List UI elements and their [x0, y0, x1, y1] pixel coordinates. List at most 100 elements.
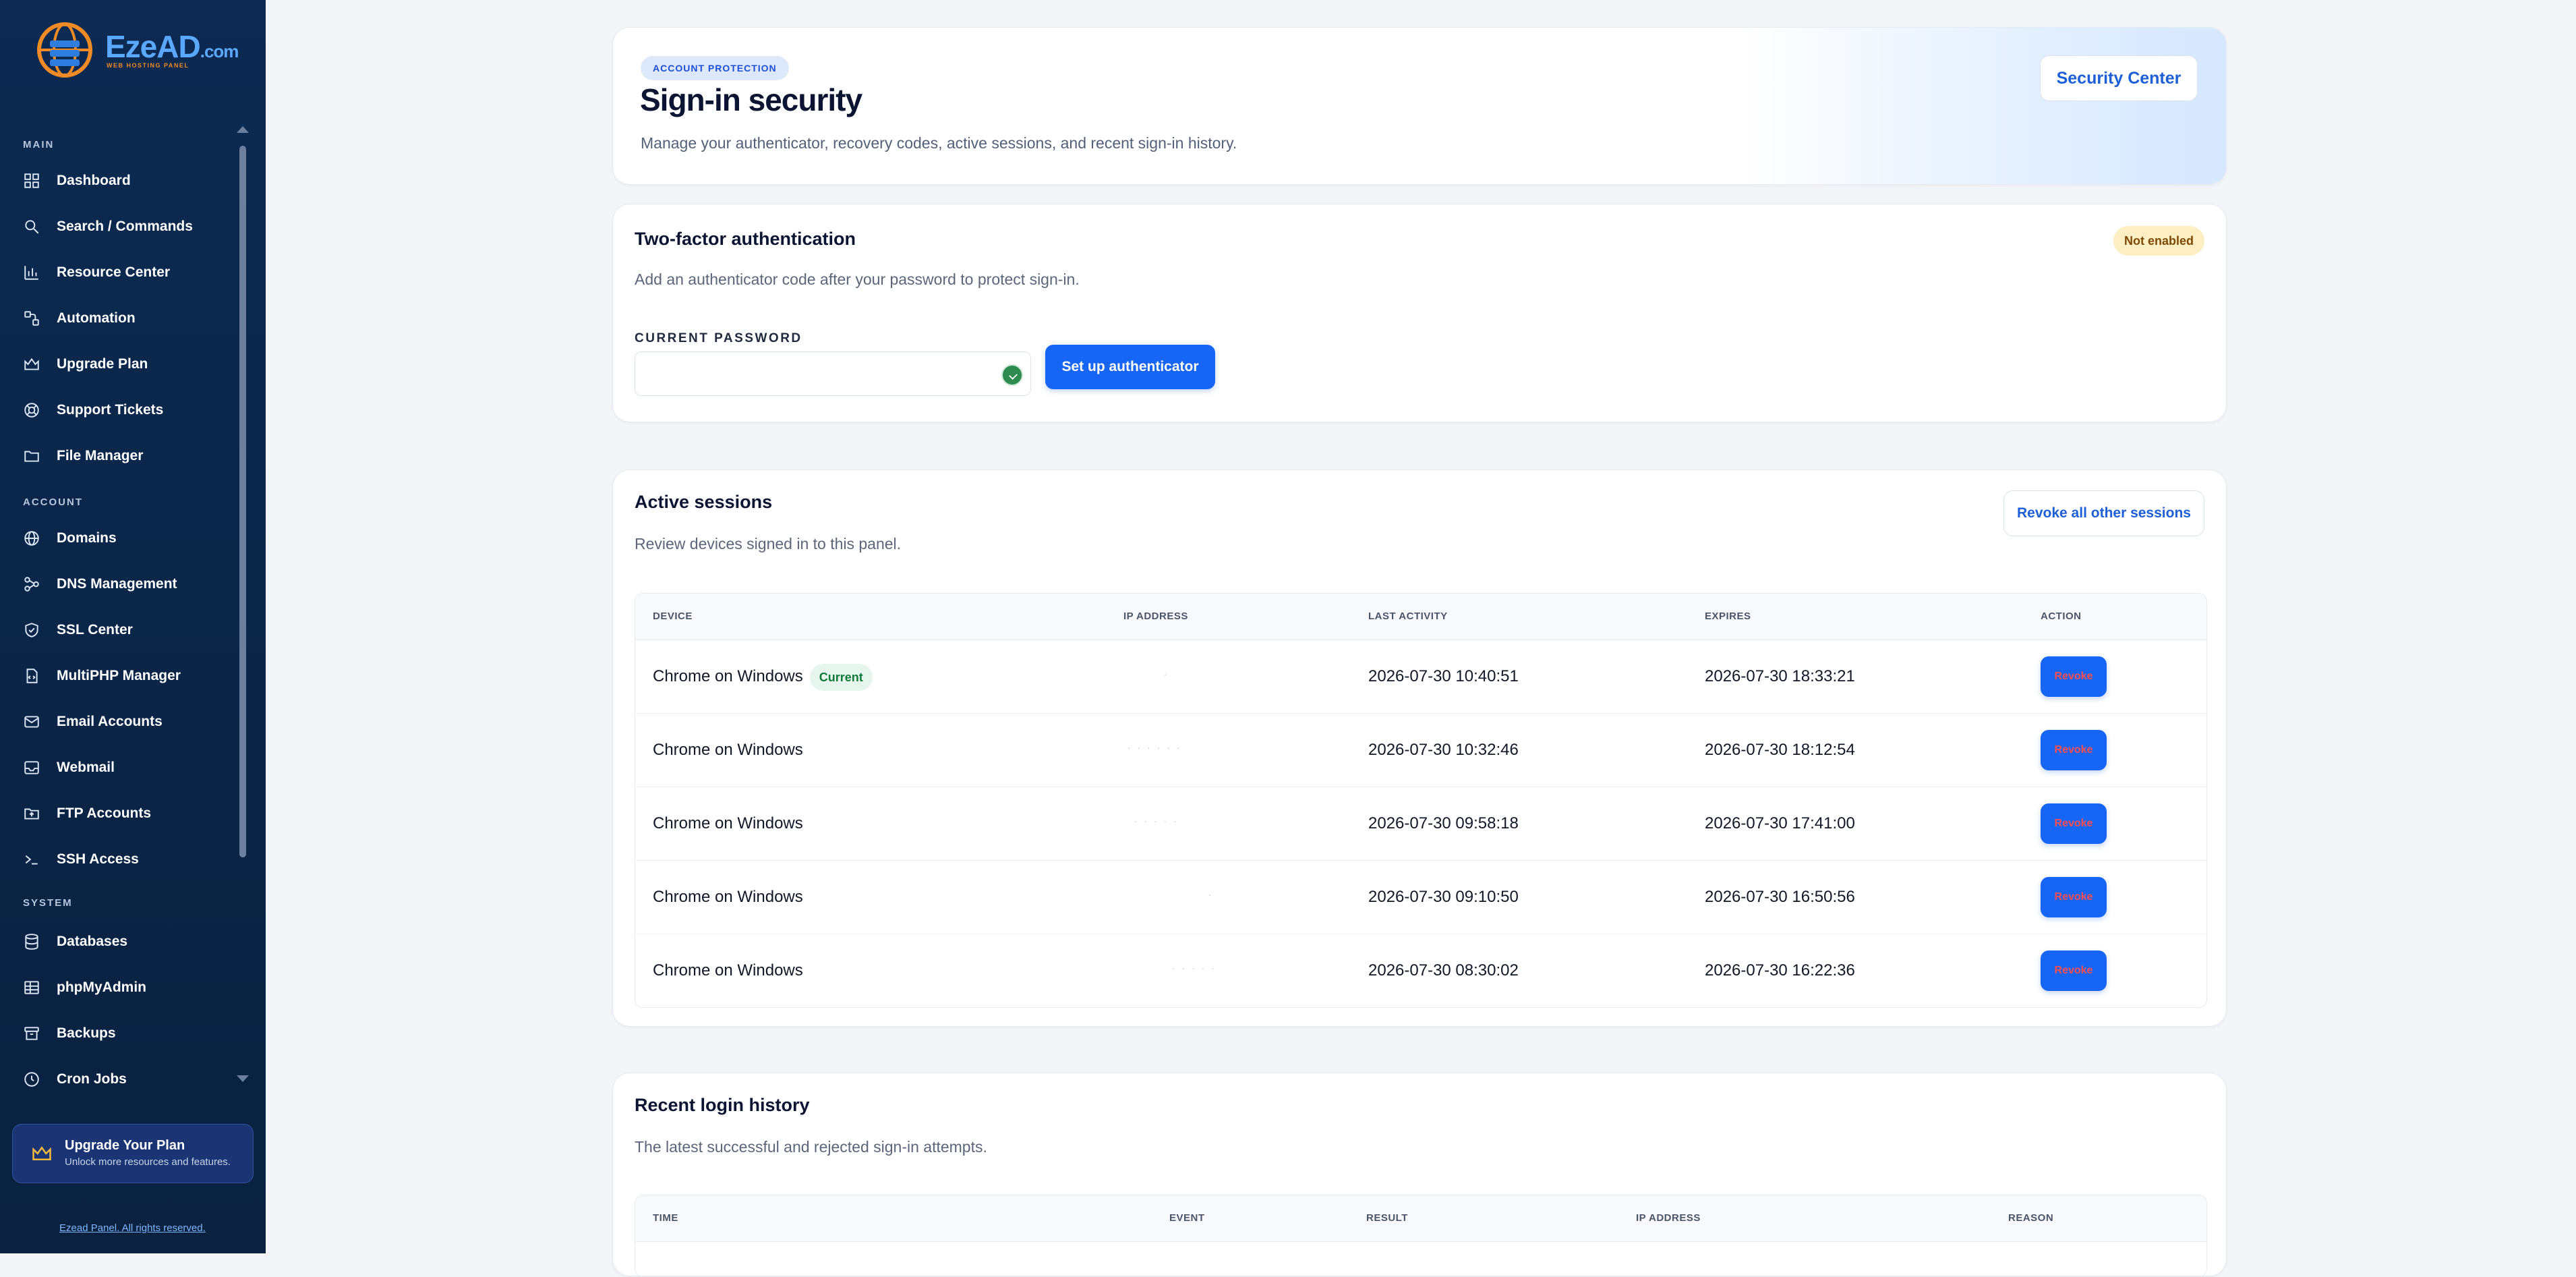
sidebar-item-dashboard[interactable]: Dashboard: [23, 166, 239, 196]
column-header-result: RESULT: [1366, 1212, 1408, 1224]
session-expires: 2026-07-30 16:50:56: [1705, 888, 1855, 906]
revoke-session-button[interactable]: Revoke: [2041, 730, 2107, 770]
footer-copyright-link[interactable]: Ezead Panel. All rights reserved.: [59, 1222, 206, 1234]
two-factor-title: Two-factor authentication: [635, 229, 856, 249]
sidebar-item-file-manager[interactable]: File Manager: [23, 441, 239, 471]
session-device: Chrome on Windows: [653, 961, 803, 980]
sidebar-item-label: Webmail: [57, 760, 115, 775]
sessions-table: DEVICE IP ADDRESS LAST ACTIVITY EXPIRES …: [635, 593, 2207, 1008]
folder-icon: [24, 451, 39, 462]
sidebar-item-automation[interactable]: Automation: [23, 304, 239, 333]
session-expires: 2026-07-30 16:22:36: [1705, 961, 1855, 980]
sidebar-item-label: MultiPHP Manager: [57, 668, 181, 683]
workflow-icon: [24, 311, 39, 326]
inbox-icon: [24, 761, 39, 774]
sidebar-item-backups[interactable]: Backups: [23, 1019, 239, 1048]
column-header-expires: EXPIRES: [1705, 611, 1751, 622]
sidebar-item-upgrade-plan[interactable]: Upgrade Plan: [23, 349, 239, 379]
hero-card: ACCOUNT PROTECTION Sign-in security Mana…: [612, 27, 2227, 185]
session-last-activity: 2026-07-30 10:40:51: [1368, 667, 1519, 685]
revoke-session-button[interactable]: Revoke: [2041, 950, 2107, 991]
sidebar-item-dns-management[interactable]: DNS Management: [23, 569, 239, 599]
session-last-activity: 2026-07-30 10:32:46: [1368, 741, 1519, 759]
grid-icon: [24, 173, 39, 188]
session-expires: 2026-07-30 18:33:21: [1705, 667, 1855, 685]
column-header-device: DEVICE: [653, 611, 693, 622]
brand-logo[interactable]: EzeAD.com WEB HOSTING PANEL: [34, 20, 239, 81]
sidebar-item-label: DNS Management: [57, 576, 177, 592]
sidebar-item-email-accounts[interactable]: Email Accounts: [23, 707, 239, 737]
upgrade-title: Upgrade Your Plan: [65, 1138, 185, 1153]
history-description: The latest successful and rejected sign-…: [635, 1138, 987, 1156]
two-factor-description: Add an authenticator code after your pas…: [635, 271, 1080, 288]
sidebar-item-label: Resource Center: [57, 264, 171, 280]
session-last-activity: 2026-07-30 08:30:02: [1368, 961, 1519, 980]
bar-chart-icon: [24, 266, 38, 280]
brand-name: EzeAD.com: [105, 29, 239, 64]
current-password-input[interactable]: [635, 351, 1031, 396]
table-row: Chrome on Windows · · · · · · 2026-07-30…: [635, 714, 2206, 787]
page-title: Sign-in security: [640, 82, 862, 117]
nav-section-account: ACCOUNT: [23, 496, 83, 508]
globe-icon: [24, 531, 39, 546]
ip-address-redacted: · · · · · ·: [1128, 742, 1182, 753]
sidebar-item-support-tickets[interactable]: Support Tickets: [23, 395, 239, 425]
sidebar-item-label: Search / Commands: [57, 219, 193, 234]
sidebar-item-domains[interactable]: Domains: [23, 523, 239, 553]
history-title: Recent login history: [635, 1095, 810, 1115]
column-header-time: TIME: [653, 1212, 678, 1224]
sidebar-item-label: FTP Accounts: [57, 805, 152, 821]
table-row: Chrome on Windows Current · 2026-07-30 10…: [635, 640, 2206, 714]
revoke-session-button[interactable]: Revoke: [2041, 803, 2107, 844]
sidebar-item-ssl-center[interactable]: SSL Center: [23, 615, 239, 645]
table-row: Chrome on Windows · · · · · 2026-07-30 0…: [635, 787, 2206, 861]
scroll-up-arrow-icon[interactable]: [237, 126, 249, 133]
password-manager-icon[interactable]: [1001, 364, 1023, 386]
sidebar-item-label: Upgrade Plan: [57, 356, 148, 372]
column-header-action: ACTION: [2041, 611, 2082, 622]
table-header: DEVICE IP ADDRESS LAST ACTIVITY EXPIRES …: [635, 594, 2206, 640]
folder-up-icon: [24, 808, 39, 820]
sidebar-item-ssh-access[interactable]: SSH Access: [23, 845, 239, 874]
network-icon: [24, 577, 39, 592]
sidebar-item-multiphp-manager[interactable]: MultiPHP Manager: [23, 661, 239, 691]
sidebar-item-label: phpMyAdmin: [57, 980, 146, 995]
sidebar-item-label: SSL Center: [57, 622, 133, 637]
sidebar-scrollbar-thumb[interactable]: [239, 146, 246, 857]
sidebar-item-label: Automation: [57, 310, 136, 326]
sidebar-item-cron-jobs[interactable]: Cron Jobs: [23, 1065, 239, 1094]
sidebar-item-databases[interactable]: Databases: [23, 927, 239, 957]
column-header-event: EVENT: [1169, 1212, 1205, 1224]
column-header-ip: IP ADDRESS: [1123, 611, 1188, 622]
status-badge: Not enabled: [2113, 226, 2204, 256]
sidebar-item-label: Support Tickets: [57, 402, 164, 418]
crown-icon: [32, 1146, 51, 1160]
revoke-all-sessions-button[interactable]: Revoke all other sessions: [2003, 490, 2204, 536]
sidebar-item-webmail[interactable]: Webmail: [23, 753, 239, 783]
upgrade-plan-card[interactable]: Upgrade Your Plan Unlock more resources …: [12, 1124, 254, 1183]
sidebar-item-phpmyadmin[interactable]: phpMyAdmin: [23, 973, 239, 1002]
shield-check-icon: [25, 623, 38, 637]
revoke-session-button[interactable]: Revoke: [2041, 877, 2107, 917]
session-device: Chrome on Windows: [653, 741, 803, 759]
sidebar-item-resource-center[interactable]: Resource Center: [23, 258, 239, 287]
clock-icon: [24, 1072, 39, 1087]
crown-icon: [24, 358, 39, 370]
sidebar-item-search[interactable]: Search / Commands: [23, 212, 239, 242]
sidebar-item-label: Email Accounts: [57, 714, 163, 729]
revoke-session-button[interactable]: Revoke: [2041, 656, 2107, 697]
page-description: Manage your authenticator, recovery code…: [641, 134, 1237, 152]
setup-authenticator-button[interactable]: Set up authenticator: [1045, 345, 1215, 389]
sidebar-item-ftp-accounts[interactable]: FTP Accounts: [23, 799, 239, 828]
terminal-icon: [25, 855, 38, 865]
security-center-button[interactable]: Security Center: [2040, 55, 2198, 101]
file-code-icon: [26, 669, 38, 683]
globe-logo-icon: [37, 22, 92, 78]
brand-tagline: WEB HOSTING PANEL: [107, 62, 189, 69]
nav-section-main: MAIN: [23, 139, 55, 150]
column-header-reason: REASON: [2008, 1212, 2054, 1224]
ip-address-redacted: ·: [1164, 669, 1169, 679]
session-device: Chrome on Windows Current: [653, 640, 873, 713]
login-history-card: Recent login history The latest successf…: [612, 1073, 2227, 1277]
scroll-down-arrow-icon[interactable]: [237, 1075, 249, 1082]
